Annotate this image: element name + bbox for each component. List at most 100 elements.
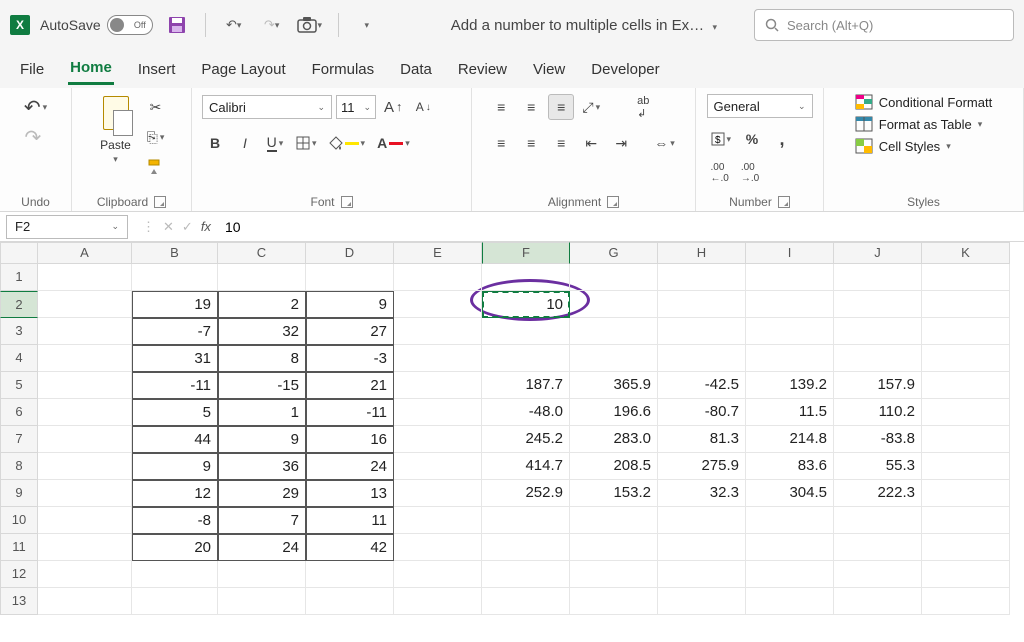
cell-B11[interactable]: 20 <box>132 534 218 561</box>
formula-input[interactable] <box>219 215 1024 239</box>
row-header-7[interactable]: 7 <box>0 426 38 453</box>
cell-C8[interactable]: 36 <box>218 453 306 480</box>
cell-A3[interactable] <box>38 318 132 345</box>
column-header-F[interactable]: F <box>482 242 570 264</box>
cell-F8[interactable]: 414.7 <box>482 453 570 480</box>
cell-I10[interactable] <box>746 507 834 534</box>
align-middle[interactable]: ≡ <box>518 94 544 120</box>
cell-D6[interactable]: -11 <box>306 399 394 426</box>
cell-E3[interactable] <box>394 318 482 345</box>
decrease-decimal[interactable]: .00→.0 <box>737 160 763 186</box>
redo-large[interactable]: ↷ <box>20 124 46 150</box>
cell-C11[interactable]: 24 <box>218 534 306 561</box>
font-color-button[interactable]: A▾ <box>373 130 414 156</box>
cell-H6[interactable]: -80.7 <box>658 399 746 426</box>
column-header-H[interactable]: H <box>658 242 746 264</box>
cell-D11[interactable]: 42 <box>306 534 394 561</box>
column-header-E[interactable]: E <box>394 242 482 264</box>
cell-K1[interactable] <box>922 264 1010 291</box>
search-input[interactable]: Search (Alt+Q) <box>754 9 1014 41</box>
cell-H11[interactable] <box>658 534 746 561</box>
merge-button[interactable]: ⇔▾ <box>650 130 679 156</box>
cell-A6[interactable] <box>38 399 132 426</box>
cell-H4[interactable] <box>658 345 746 372</box>
decrease-font[interactable]: A↓ <box>410 94 436 120</box>
cell-A12[interactable] <box>38 561 132 588</box>
cell-A10[interactable] <box>38 507 132 534</box>
cell-J1[interactable] <box>834 264 922 291</box>
paste-button[interactable]: Paste▾ <box>95 94 137 167</box>
fill-color-button[interactable]: ▾ <box>325 130 370 156</box>
cell-I4[interactable] <box>746 345 834 372</box>
cell-A4[interactable] <box>38 345 132 372</box>
cell-K12[interactable] <box>922 561 1010 588</box>
orientation-button[interactable]: ⤢▾ <box>578 94 604 120</box>
cell-E10[interactable] <box>394 507 482 534</box>
accept-formula[interactable]: ✓ <box>182 219 193 235</box>
align-left[interactable]: ≡ <box>488 130 514 156</box>
row-header-6[interactable]: 6 <box>0 399 38 426</box>
cell-E1[interactable] <box>394 264 482 291</box>
row-header-10[interactable]: 10 <box>0 507 38 534</box>
cell-C13[interactable] <box>218 588 306 615</box>
cell-I9[interactable]: 304.5 <box>746 480 834 507</box>
cell-D7[interactable]: 16 <box>306 426 394 453</box>
cell-G12[interactable] <box>570 561 658 588</box>
cell-I1[interactable] <box>746 264 834 291</box>
cell-E9[interactable] <box>394 480 482 507</box>
cell-K2[interactable] <box>922 291 1010 318</box>
column-header-K[interactable]: K <box>922 242 1010 264</box>
cell-C1[interactable] <box>218 264 306 291</box>
cell-I8[interactable]: 83.6 <box>746 453 834 480</box>
tab-home[interactable]: Home <box>68 53 114 85</box>
cell-E12[interactable] <box>394 561 482 588</box>
cell-E13[interactable] <box>394 588 482 615</box>
cell-I5[interactable]: 139.2 <box>746 372 834 399</box>
cell-C5[interactable]: -15 <box>218 372 306 399</box>
cell-I3[interactable] <box>746 318 834 345</box>
column-header-J[interactable]: J <box>834 242 922 264</box>
column-header-B[interactable]: B <box>132 242 218 264</box>
cell-E8[interactable] <box>394 453 482 480</box>
cell-F7[interactable]: 245.2 <box>482 426 570 453</box>
cell-C10[interactable]: 7 <box>218 507 306 534</box>
increase-font[interactable]: A↑ <box>380 94 406 120</box>
cell-D5[interactable]: 21 <box>306 372 394 399</box>
cell-G6[interactable]: 196.6 <box>570 399 658 426</box>
cell-E11[interactable] <box>394 534 482 561</box>
cell-J3[interactable] <box>834 318 922 345</box>
cell-G10[interactable] <box>570 507 658 534</box>
cell-A11[interactable] <box>38 534 132 561</box>
camera-button[interactable]: ▾ <box>296 11 324 39</box>
cell-A9[interactable] <box>38 480 132 507</box>
cut-button[interactable]: ✂ <box>143 94 169 120</box>
cell-G13[interactable] <box>570 588 658 615</box>
conditional-formatting[interactable]: Conditional Formatt <box>855 94 992 110</box>
cell-J13[interactable] <box>834 588 922 615</box>
tab-view[interactable]: View <box>531 55 567 84</box>
cell-F3[interactable] <box>482 318 570 345</box>
cell-B7[interactable]: 44 <box>132 426 218 453</box>
cell-F12[interactable] <box>482 561 570 588</box>
cell-J5[interactable]: 157.9 <box>834 372 922 399</box>
cell-F11[interactable] <box>482 534 570 561</box>
row-header-5[interactable]: 5 <box>0 372 38 399</box>
wrap-text-button[interactable]: ab↲ <box>630 94 656 120</box>
cell-C7[interactable]: 9 <box>218 426 306 453</box>
cell-J12[interactable] <box>834 561 922 588</box>
cell-F13[interactable] <box>482 588 570 615</box>
align-center[interactable]: ≡ <box>518 130 544 156</box>
align-right[interactable]: ≡ <box>548 130 574 156</box>
row-header-11[interactable]: 11 <box>0 534 38 561</box>
cell-K5[interactable] <box>922 372 1010 399</box>
cell-G9[interactable]: 153.2 <box>570 480 658 507</box>
increase-indent[interactable]: ⇥ <box>608 130 634 156</box>
row-header-3[interactable]: 3 <box>0 318 38 345</box>
row-header-9[interactable]: 9 <box>0 480 38 507</box>
cell-K13[interactable] <box>922 588 1010 615</box>
tab-file[interactable]: File <box>18 55 46 84</box>
cell-G8[interactable]: 208.5 <box>570 453 658 480</box>
cell-F2[interactable]: 10 <box>482 291 570 318</box>
row-header-8[interactable]: 8 <box>0 453 38 480</box>
cell-H13[interactable] <box>658 588 746 615</box>
